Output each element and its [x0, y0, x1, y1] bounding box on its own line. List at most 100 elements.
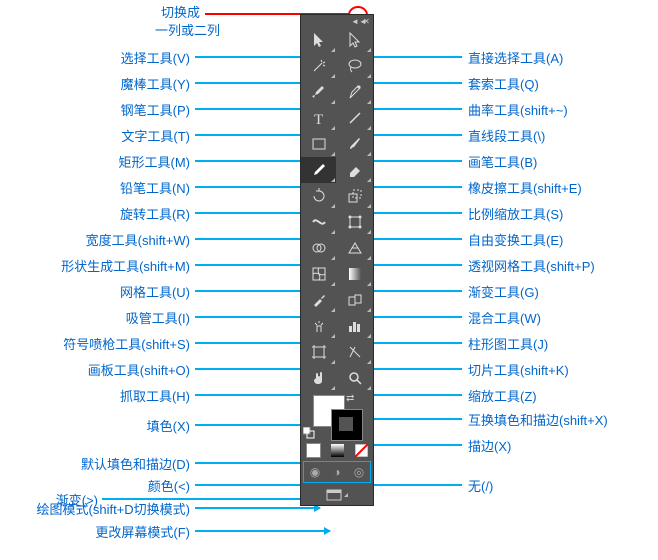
tool-pencil[interactable]: [301, 157, 336, 183]
arrow-swap: [360, 418, 462, 420]
label-slice: 切片工具(shift+K): [468, 360, 569, 379]
arrow-bottom-1: [195, 484, 314, 486]
screen-mode-button[interactable]: [301, 485, 373, 505]
line-icon: [346, 109, 364, 127]
arrow-bottom-2: [195, 507, 320, 509]
color-mode-gradient[interactable]: [325, 441, 349, 459]
tool-pen[interactable]: [301, 79, 336, 105]
tool-rotate[interactable]: [301, 183, 336, 209]
draw-mode-row: ◉ ◑ ◎: [303, 461, 371, 483]
swatch-area: ⇄: [301, 391, 373, 441]
tool-wand[interactable]: [301, 53, 336, 79]
tool-zoom[interactable]: [337, 365, 372, 391]
stroke-swatch[interactable]: [331, 409, 363, 441]
label-bottom-2: 绘图模式(shift+D切换模式): [37, 499, 190, 518]
tool-graph[interactable]: [337, 313, 372, 339]
tool-eyedrop[interactable]: [301, 287, 336, 313]
draw-behind-icon[interactable]: ◑: [326, 462, 348, 482]
perspective-icon: [346, 239, 364, 257]
tool-lasso[interactable]: [337, 53, 372, 79]
arrow-fill: [195, 424, 310, 426]
draw-normal-icon[interactable]: ◉: [304, 462, 326, 482]
tool-artboard[interactable]: [301, 339, 336, 365]
screen-mode-icon: [326, 489, 342, 501]
rotate-icon: [310, 187, 328, 205]
tool-line[interactable]: [337, 105, 372, 131]
label-scale: 比例缩放工具(S): [468, 204, 563, 223]
tool-selection[interactable]: [301, 27, 336, 53]
close-icon[interactable]: ✕: [362, 17, 371, 26]
collapse-columns-icon[interactable]: ◄◄: [351, 17, 360, 26]
hand-icon: [310, 369, 328, 387]
tool-shape-builder[interactable]: [301, 235, 336, 261]
label-bottom-3: 更改屏幕模式(F): [95, 522, 190, 541]
selection-icon: [310, 31, 328, 49]
tool-brush[interactable]: [337, 131, 372, 157]
label-eyedrop: 吸管工具(I): [126, 308, 190, 327]
tool-blend[interactable]: [337, 287, 372, 313]
tool-gradient[interactable]: [337, 261, 372, 287]
arrow-none: [362, 484, 462, 486]
tool-hand[interactable]: [301, 365, 336, 391]
tool-rect[interactable]: [301, 131, 336, 157]
tool-scale[interactable]: [337, 183, 372, 209]
lasso-icon: [346, 57, 364, 75]
tool-grid: T: [301, 27, 373, 391]
blend-icon: [346, 291, 364, 309]
label-graph: 柱形图工具(J): [468, 334, 548, 353]
label-rect: 矩形工具(M): [119, 152, 191, 171]
panel-header: ◄◄ ✕: [301, 15, 373, 27]
label-line: 直线段工具(\): [468, 126, 545, 145]
label-stroke: 描边(X): [468, 436, 511, 455]
label-none: 无(/): [468, 476, 493, 495]
tool-mesh[interactable]: [301, 261, 336, 287]
tool-curvature[interactable]: [337, 79, 372, 105]
scale-icon: [346, 187, 364, 205]
label-selection: 选择工具(V): [121, 48, 190, 67]
draw-inside-icon[interactable]: ◎: [348, 462, 370, 482]
tool-eraser[interactable]: [337, 157, 372, 183]
shape-builder-icon: [310, 239, 328, 257]
pen-icon: [310, 83, 328, 101]
label-shape-builder: 形状生成工具(shift+M): [61, 256, 190, 275]
swap-fill-stroke-icon[interactable]: ⇄: [346, 393, 354, 404]
tool-direct-select[interactable]: [337, 27, 372, 53]
slice-icon: [346, 343, 364, 361]
label-perspective: 透视网格工具(shift+P): [468, 256, 595, 275]
direct-select-icon: [346, 31, 364, 49]
label-hand: 抓取工具(H): [120, 386, 190, 405]
label-symbol-spray: 符号喷枪工具(shift+S): [63, 334, 190, 353]
color-mode-none[interactable]: [349, 441, 373, 459]
label-swap: 互换填色和描边(shift+X): [468, 410, 608, 429]
tool-slice[interactable]: [337, 339, 372, 365]
label-width: 宽度工具(shift+W): [86, 230, 190, 249]
gradient-icon: [346, 265, 364, 283]
width-icon: [310, 213, 328, 231]
tool-perspective[interactable]: [337, 235, 372, 261]
wand-icon: [310, 57, 328, 75]
label-free-transform: 自由变换工具(E): [468, 230, 563, 249]
eyedrop-icon: [310, 291, 328, 309]
label-curvature: 曲率工具(shift+~): [468, 100, 568, 119]
artboard-icon: [310, 343, 328, 361]
tool-type[interactable]: T: [301, 105, 336, 131]
arrow-bottom-3: [195, 530, 330, 532]
tool-free-transform[interactable]: [337, 209, 372, 235]
tool-symbol-spray[interactable]: [301, 313, 336, 339]
zoom-icon: [346, 369, 364, 387]
eraser-icon: [346, 161, 364, 179]
mesh-icon: [310, 265, 328, 283]
label-pencil: 铅笔工具(N): [120, 178, 190, 197]
type-icon: T: [310, 109, 328, 127]
default-fill-stroke-icon[interactable]: [303, 427, 315, 439]
label-bottom-1: 颜色(<): [148, 476, 190, 495]
color-mode-color[interactable]: [301, 441, 325, 459]
label-artboard: 画板工具(shift+O): [88, 360, 190, 379]
tool-width[interactable]: [301, 209, 336, 235]
brush-icon: [346, 135, 364, 153]
graph-icon: [346, 317, 364, 335]
toolbox-panel: ◄◄ ✕ T ⇄ ◉ ◑ ◎: [300, 14, 374, 506]
arrow-bottom-0: [195, 462, 306, 464]
label-mesh: 网格工具(U): [120, 282, 190, 301]
free-transform-icon: [346, 213, 364, 231]
